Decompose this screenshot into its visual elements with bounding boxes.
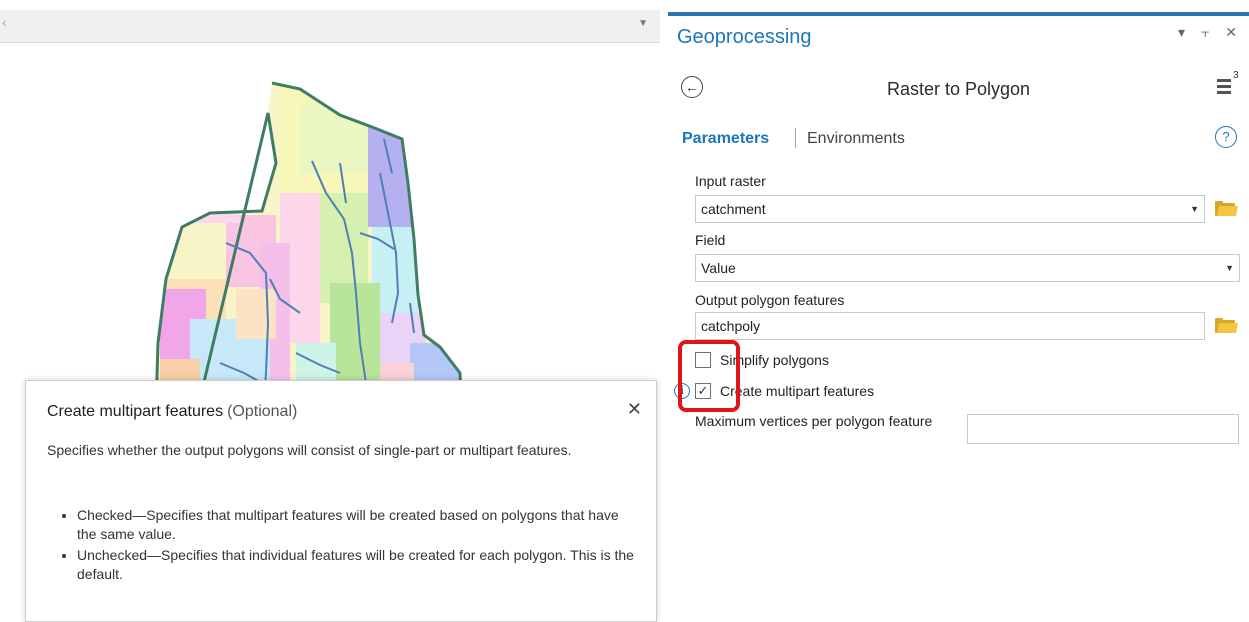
- chevron-down-icon: ▼: [1190, 204, 1199, 214]
- tool-title: Raster to Polygon: [886, 79, 1031, 99]
- max-vertices-input[interactable]: [967, 414, 1239, 444]
- list-item: Unchecked—Specifies that individual feat…: [77, 546, 637, 584]
- list-item: Checked—Specifies that multipart feature…: [77, 506, 637, 544]
- input-raster-dropdown[interactable]: catchment ▼: [695, 195, 1205, 223]
- info-icon[interactable]: i: [674, 383, 690, 399]
- help-icon[interactable]: ?: [1215, 126, 1237, 148]
- help-bullet-list: Checked—Specifies that multipart feature…: [47, 506, 637, 586]
- folder-icon[interactable]: [1215, 318, 1239, 334]
- create-multipart-checkbox[interactable]: ✓: [695, 383, 711, 399]
- help-optional-text: (Optional): [227, 403, 298, 420]
- pane-window-controls[interactable]: ▾ ⫟ ✕: [1178, 24, 1243, 41]
- input-raster-label: Input raster: [695, 173, 766, 189]
- help-description: Specifies whether the output polygons wi…: [47, 442, 572, 458]
- help-popup: Create multipart features (Optional) ✕ Sp…: [25, 380, 657, 622]
- tab-divider: [795, 128, 796, 148]
- field-value: Value: [701, 260, 736, 276]
- field-dropdown[interactable]: Value ▼: [695, 254, 1240, 282]
- close-icon[interactable]: ✕: [627, 399, 642, 420]
- help-title-text: Create multipart features: [47, 403, 224, 420]
- pane-accent-bar: [668, 12, 1249, 16]
- field-label: Field: [695, 232, 726, 248]
- chevron-down-icon[interactable]: ▼: [638, 18, 648, 29]
- menu-count: 3: [1233, 70, 1239, 81]
- folder-icon[interactable]: [1215, 201, 1239, 217]
- pane-title: Geoprocessing: [677, 26, 812, 48]
- create-multipart-label[interactable]: Create multipart features: [720, 383, 874, 399]
- map-tab-strip: ‹ ▼: [0, 10, 660, 43]
- hamburger-menu-icon[interactable]: 3: [1217, 70, 1239, 98]
- input-raster-value: catchment: [701, 201, 766, 217]
- output-features-label: Output polygon features: [695, 292, 845, 308]
- max-vertices-label: Maximum vertices per polygon feature: [695, 413, 933, 429]
- simplify-polygons-label[interactable]: Simplify polygons: [720, 352, 829, 368]
- output-features-input[interactable]: catchpoly: [695, 312, 1205, 340]
- simplify-polygons-checkbox[interactable]: [695, 352, 711, 368]
- help-popup-title: Create multipart features (Optional): [47, 403, 297, 421]
- tab-environments[interactable]: Environments: [807, 130, 905, 148]
- scroll-left-icon[interactable]: ‹: [2, 14, 7, 30]
- tab-parameters[interactable]: Parameters: [682, 130, 769, 148]
- geoprocessing-pane: Geoprocessing ▾ ⫟ ✕ ← Raster to Polygon …: [668, 12, 1249, 609]
- output-features-value: catchpoly: [701, 318, 761, 334]
- chevron-down-icon: ▼: [1225, 263, 1234, 273]
